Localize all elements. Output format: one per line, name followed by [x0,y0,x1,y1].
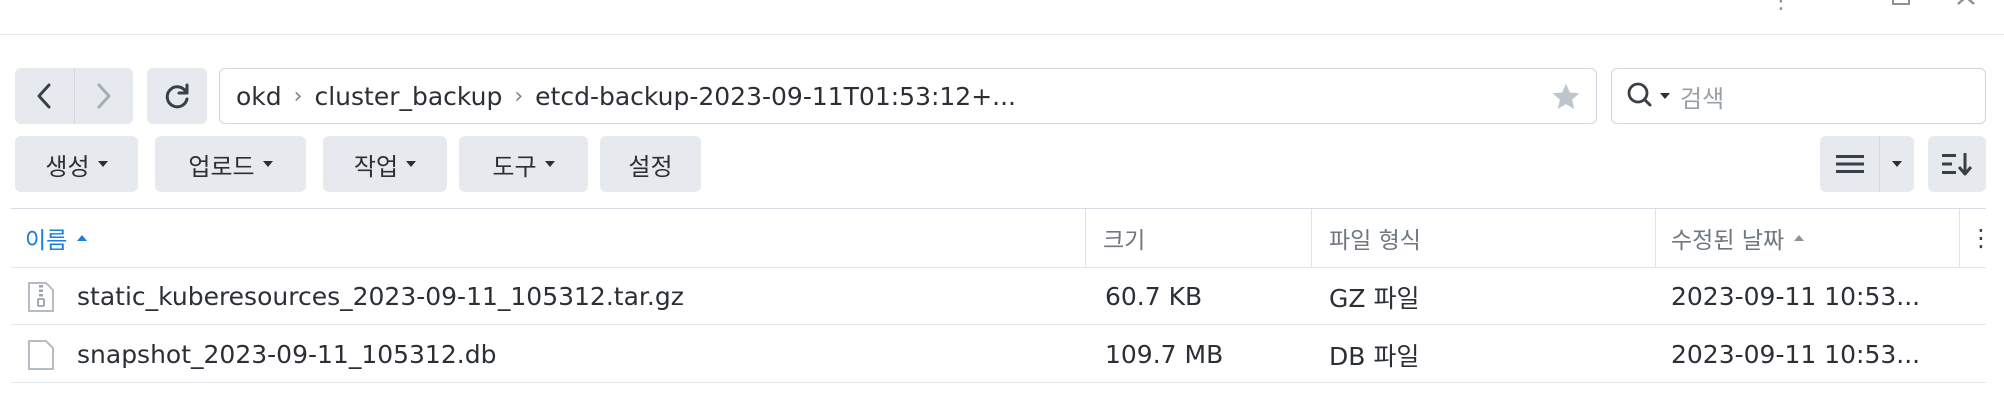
upload-label: 업로드 [188,152,255,181]
column-header-type-label: 파일 형식 [1329,228,1421,254]
column-header-type[interactable]: 파일 형식 [1329,209,1421,267]
view-mode-dropdown[interactable] [1879,136,1914,192]
path-bar[interactable]: okd › cluster_backup › etcd-backup-2023-… [219,68,1597,124]
column-divider[interactable] [1085,209,1086,267]
maximize-icon[interactable] [1890,0,1912,14]
file-icon [28,339,54,370]
history-nav [15,68,133,124]
settings-button[interactable]: 설정 [600,136,701,192]
file-name[interactable]: static_kuberesources_2023-09-11_105312.t… [77,282,684,311]
file-modified: 2023-09-11 10:53... [1671,282,1921,311]
view-mode-control [1820,136,1914,192]
file-size: 60.7 KB [1105,282,1203,311]
chevron-left-icon [37,83,51,109]
column-divider[interactable] [1655,209,1656,267]
column-divider[interactable] [1959,209,1960,267]
back-button[interactable] [15,68,74,124]
chevron-down-icon [97,161,108,167]
sort-indicator-icon [1794,235,1805,241]
create-label: 생성 [45,152,90,181]
refresh-button[interactable] [147,68,207,124]
search-options-caret[interactable] [1660,93,1670,99]
search-input[interactable]: 검색 [1611,68,1986,124]
close-icon[interactable] [1955,0,1977,14]
search-icon [1627,82,1652,107]
settings-label: 설정 [628,152,673,181]
forward-button[interactable] [73,68,134,124]
table-row[interactable]: static_kuberesources_2023-09-11_105312.t… [11,268,1986,325]
chevron-down-icon [544,161,555,167]
chevron-down-icon [262,161,273,167]
action-label: 작업 [353,152,399,181]
upload-button[interactable]: 업로드 [155,136,306,192]
chevron-right-icon [97,83,111,109]
more-icon[interactable]: ⋮ [1770,0,1792,14]
sort-icon [1942,153,1973,176]
chevron-down-icon [1892,161,1903,167]
column-header-name[interactable]: 이름 [25,209,88,267]
column-header-size[interactable]: 크기 [1103,209,1145,267]
tools-label: 도구 [492,152,537,181]
create-button[interactable]: 생성 [15,136,138,192]
table-row[interactable]: snapshot_2023-09-11_105312.db 109.7 MB D… [11,326,1986,383]
list-view-icon [1835,155,1864,173]
archive-file-icon [28,281,54,312]
breadcrumb-okd[interactable]: okd [236,82,282,111]
sort-button[interactable] [1928,136,1986,192]
column-options-icon[interactable]: ⋮ [1969,209,1993,267]
file-type: GZ 파일 [1329,283,1420,313]
file-type: DB 파일 [1329,341,1420,371]
file-modified: 2023-09-11 10:53... [1671,340,1921,369]
list-view-button[interactable] [1820,136,1879,192]
file-size: 109.7 MB [1105,340,1224,369]
column-divider[interactable] [1311,209,1312,267]
breadcrumb-separator: › [514,83,524,109]
column-header-name-label: 이름 [25,228,68,254]
breadcrumb-current-folder[interactable]: etcd-backup-2023-09-11T01:53:12+... [535,82,1016,111]
sort-ascending-icon [77,235,88,241]
breadcrumb-separator: › [293,83,303,109]
action-button[interactable]: 작업 [323,136,447,192]
column-header-size-label: 크기 [1103,228,1146,254]
refresh-icon [165,83,189,109]
table-header: 이름 크기 파일 형식 수정된 날짜 ⋮ [11,209,1993,267]
search-placeholder: 검색 [1680,84,1725,113]
breadcrumb-cluster-backup[interactable]: cluster_backup [314,82,502,111]
file-name[interactable]: snapshot_2023-09-11_105312.db [77,340,496,369]
chevron-down-icon [406,161,417,167]
star-icon[interactable] [1550,81,1582,113]
tools-button[interactable]: 도구 [459,136,588,192]
column-header-modified[interactable]: 수정된 날짜 [1671,209,1805,267]
column-header-modified-label: 수정된 날짜 [1671,228,1785,254]
title-separator [0,34,2004,35]
